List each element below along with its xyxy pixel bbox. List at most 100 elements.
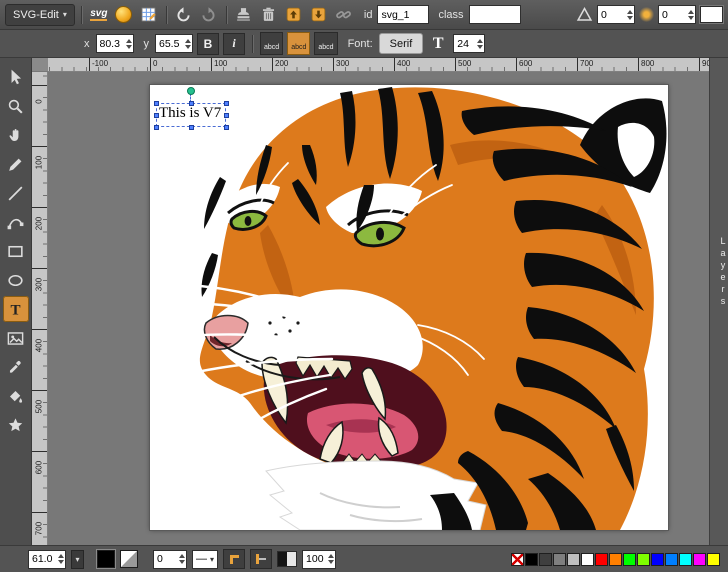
- spinner[interactable]: [179, 554, 185, 564]
- tool-pan[interactable]: [3, 122, 29, 148]
- id-label: id: [364, 9, 373, 21]
- palette-swatch[interactable]: [637, 553, 650, 566]
- tool-eyedropper[interactable]: [3, 354, 29, 380]
- palette-swatch[interactable]: [623, 553, 636, 566]
- tool-path[interactable]: [3, 209, 29, 235]
- font-size-input[interactable]: [457, 38, 475, 50]
- spinner[interactable]: [688, 10, 694, 20]
- bold-button[interactable]: B: [197, 33, 219, 55]
- blur-input[interactable]: [662, 9, 686, 21]
- layers-panel-toggle[interactable]: Layers: [709, 58, 728, 545]
- selection-handle-se[interactable]: [224, 125, 229, 130]
- italic-button[interactable]: i: [223, 33, 245, 55]
- selection-handle-s[interactable]: [189, 125, 194, 130]
- make-link-button[interactable]: [333, 4, 355, 26]
- tool-image[interactable]: [3, 325, 29, 351]
- color-palette: [511, 553, 720, 566]
- selection-handle-nw[interactable]: [154, 101, 159, 106]
- h-ruler-label: 300: [333, 58, 349, 72]
- palette-swatch[interactable]: [679, 553, 692, 566]
- palette-swatch[interactable]: [707, 553, 720, 566]
- font-family-button[interactable]: Serif: [379, 33, 424, 54]
- palette-swatch[interactable]: [581, 553, 594, 566]
- fill-color-swatch[interactable]: [97, 550, 115, 568]
- toolbar-separator: [81, 6, 82, 24]
- source-editor-button[interactable]: svg: [88, 4, 110, 26]
- stroke-dash-value: —: [196, 553, 207, 565]
- palette-swatch[interactable]: [651, 553, 664, 566]
- palette-swatch[interactable]: [665, 553, 678, 566]
- redo-button[interactable]: [198, 4, 220, 26]
- tool-shapes[interactable]: [3, 412, 29, 438]
- zoom-dropdown-button[interactable]: ▾: [71, 550, 84, 569]
- undo-icon: [175, 6, 192, 23]
- x-input[interactable]: [100, 38, 124, 50]
- v-ruler-label: 700: [32, 512, 48, 539]
- font-picker-button[interactable]: T: [427, 33, 449, 55]
- rotate-grip[interactable]: [187, 87, 195, 95]
- spinner[interactable]: [58, 554, 64, 564]
- class-input[interactable]: [473, 9, 519, 21]
- stroke-dash-select[interactable]: — ▾: [192, 550, 218, 569]
- zoom-input[interactable]: [32, 553, 56, 565]
- move-top-icon: [285, 6, 302, 23]
- undo-button[interactable]: [173, 4, 195, 26]
- stroke-width-input[interactable]: [157, 553, 177, 565]
- selection-handle-sw[interactable]: [154, 125, 159, 130]
- move-to-bottom-button[interactable]: [308, 4, 330, 26]
- h-ruler-label: 400: [394, 58, 410, 72]
- id-input[interactable]: [381, 9, 427, 21]
- angle-input[interactable]: [601, 9, 625, 21]
- spinner[interactable]: [328, 554, 334, 564]
- tool-zoom[interactable]: [3, 93, 29, 119]
- work-area[interactable]: This is V7: [48, 72, 710, 545]
- editor-preferences-button[interactable]: [138, 4, 160, 26]
- text-anchor-middle-button[interactable]: abcd: [287, 32, 310, 55]
- stroke-linejoin-button[interactable]: [223, 549, 245, 569]
- redo-icon: [200, 6, 217, 23]
- tool-rect[interactable]: [3, 238, 29, 264]
- tiger-image[interactable]: [150, 85, 668, 530]
- page-background-swatch[interactable]: [700, 6, 723, 23]
- spinner[interactable]: [477, 39, 483, 49]
- move-to-top-button[interactable]: [283, 4, 305, 26]
- selection-handle-ne[interactable]: [224, 101, 229, 106]
- palette-swatch[interactable]: [595, 553, 608, 566]
- tool-text[interactable]: [3, 296, 29, 322]
- tool-pencil[interactable]: [3, 151, 29, 177]
- palette-swatch[interactable]: [553, 553, 566, 566]
- palette-swatch[interactable]: [693, 553, 706, 566]
- main-menu-button[interactable]: SVG-Edit ▾: [5, 4, 75, 26]
- h-ruler-label: 0: [150, 58, 157, 72]
- palette-swatch[interactable]: [539, 553, 552, 566]
- opacity-input[interactable]: [306, 553, 326, 565]
- tool-ellipse[interactable]: [3, 267, 29, 293]
- tool-paintbucket[interactable]: [3, 383, 29, 409]
- palette-swatch[interactable]: [567, 553, 580, 566]
- tool-select[interactable]: [3, 64, 29, 90]
- spinner[interactable]: [185, 39, 191, 49]
- text-anchor-end-button[interactable]: abcd: [314, 32, 337, 55]
- svg-canvas[interactable]: This is V7: [150, 85, 668, 530]
- main-menu-label: SVG-Edit: [13, 9, 59, 21]
- h-ruler-label: 200: [272, 58, 288, 72]
- text-anchor-start-button[interactable]: abcd: [260, 32, 283, 55]
- selection-handle-e[interactable]: [224, 113, 229, 118]
- palette-swatch[interactable]: [609, 553, 622, 566]
- palette-swatch[interactable]: [525, 553, 538, 566]
- selection-handle-n[interactable]: [189, 101, 194, 106]
- delete-button[interactable]: [258, 4, 280, 26]
- spinner[interactable]: [126, 39, 132, 49]
- stroke-linecap-button[interactable]: [250, 549, 272, 569]
- stroke-color-swatch[interactable]: [120, 550, 138, 568]
- document-properties-button[interactable]: [113, 4, 135, 26]
- clone-button[interactable]: [233, 4, 255, 26]
- palette-swatch-none[interactable]: [511, 553, 524, 566]
- y-input[interactable]: [159, 38, 183, 50]
- chevron-down-icon: ▾: [75, 555, 79, 564]
- grid-preferences-icon: [140, 6, 157, 23]
- spinner[interactable]: [627, 10, 633, 20]
- tool-line[interactable]: [3, 180, 29, 206]
- trash-icon: [260, 6, 277, 23]
- selection-handle-w[interactable]: [154, 113, 159, 118]
